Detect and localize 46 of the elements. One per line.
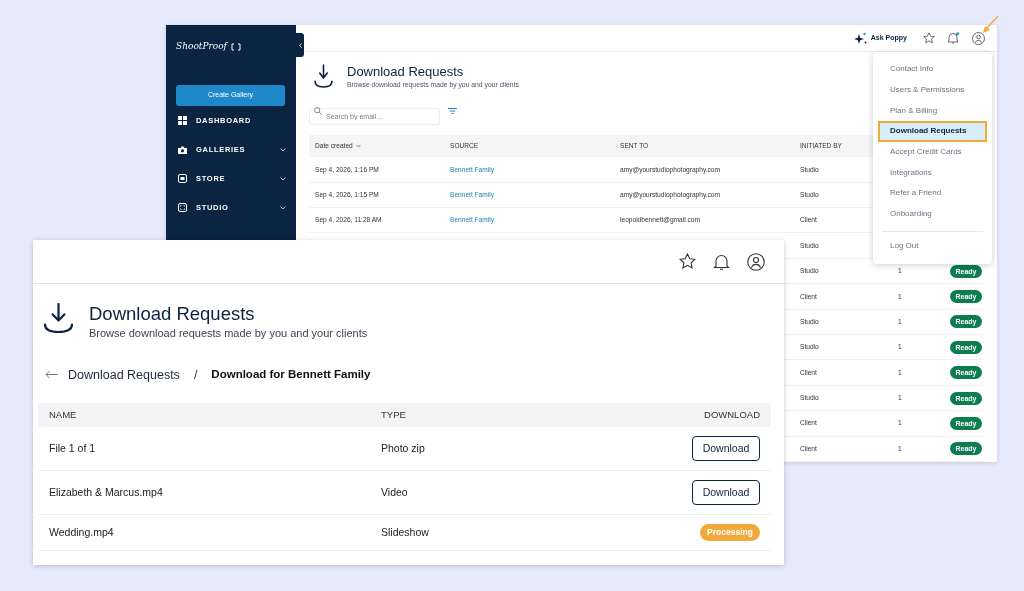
menu-item[interactable]: Contact Info [878, 59, 987, 80]
status-badge: Processing [700, 524, 760, 542]
menu-item[interactable]: Refer a Friend [878, 183, 987, 204]
column-header: NAME [49, 408, 78, 423]
collapse-tab[interactable] [296, 33, 304, 57]
menu-item[interactable]: Onboarding [878, 203, 987, 225]
breadcrumb-separator: / [193, 366, 198, 384]
chevron-left-icon [298, 42, 302, 48]
logo-text: ShootProof [176, 40, 227, 54]
download-button[interactable]: Download [692, 436, 760, 462]
search-icon [314, 106, 322, 115]
column-header: DOWNLOAD [704, 408, 760, 423]
user-icon[interactable] [747, 252, 765, 271]
frame-icon [178, 203, 187, 212]
page-title: Download Requests [347, 64, 465, 81]
download-icon [44, 303, 73, 333]
type-cell: Slideshow [381, 525, 429, 538]
menu-item[interactable]: Users & Permissions [878, 79, 987, 101]
breadcrumb-link[interactable]: Download Requests [68, 365, 180, 385]
page-subtitle: Browse download requests made by you and your clients [89, 326, 368, 341]
sparkle-icon [853, 32, 867, 45]
grid-icon [178, 116, 187, 125]
file-name-cell: Wedding.mp4 [49, 525, 114, 538]
star-icon[interactable] [923, 32, 935, 45]
download-icon [314, 64, 333, 89]
menu-item[interactable]: Accept Credit Cards [878, 141, 987, 163]
type-cell: Video [381, 485, 408, 498]
filter-icon[interactable] [448, 107, 457, 114]
column-header: TYPE [381, 408, 407, 423]
bracket-icon [230, 43, 241, 51]
store-icon [178, 174, 187, 183]
star-icon[interactable] [679, 253, 696, 270]
menu-item[interactable]: Plan & Billing [878, 100, 987, 122]
logout-item[interactable]: Log Out [878, 235, 987, 257]
menu-item[interactable]: Download Requests [878, 121, 987, 142]
menu-item[interactable]: Integrations [878, 162, 987, 184]
camera-icon [178, 145, 187, 154]
file-name-cell: File 1 of 1 [49, 441, 96, 454]
page-title: Download Requests [89, 303, 256, 325]
chevron-down-icon [355, 144, 361, 149]
download-button[interactable]: Download [692, 480, 760, 506]
back-arrow-icon[interactable] [45, 370, 58, 380]
breadcrumb-current: Download for Bennett Family [211, 367, 371, 383]
type-cell: Photo zip [381, 441, 425, 454]
file-name-cell: Elizabeth & Marcus.mp4 [49, 485, 163, 498]
bell-icon[interactable] [713, 253, 730, 270]
